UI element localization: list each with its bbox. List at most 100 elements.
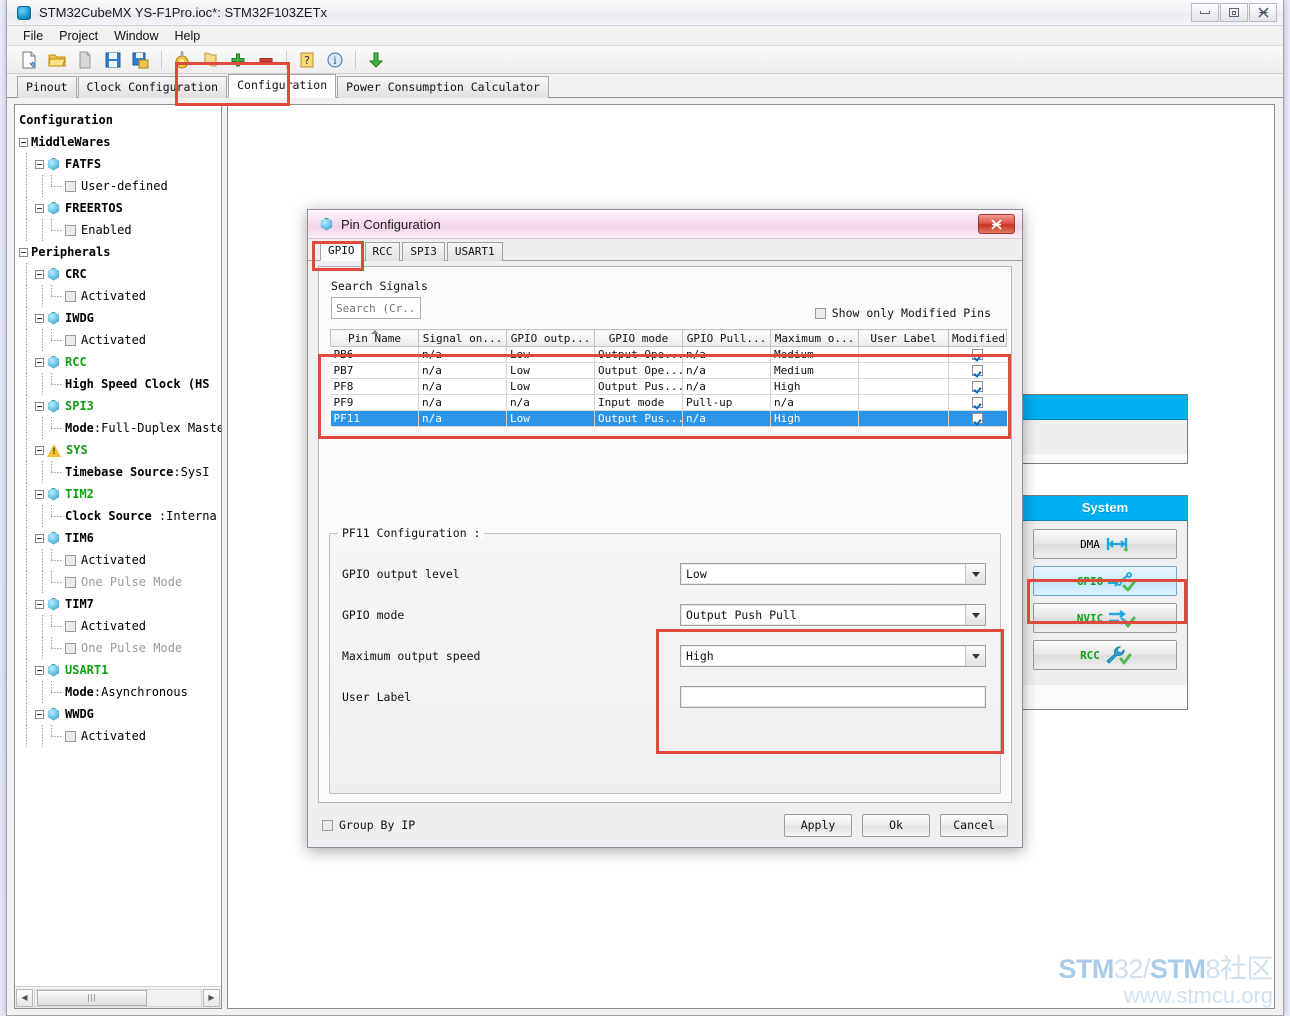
show-only-modified-pins-row[interactable]: Show only Modified Pins — [814, 306, 991, 320]
tree-expander[interactable] — [35, 313, 44, 323]
tree-item-peripherals[interactable]: Peripherals — [19, 241, 221, 263]
close-button[interactable] — [1249, 3, 1277, 22]
tree-item-tim2[interactable]: TIM2 — [19, 483, 221, 505]
pin-table-column-gpio-pull[interactable]: GPIO Pull... — [682, 329, 771, 347]
tree-expander[interactable] — [35, 269, 44, 279]
pin-table-column-gpio-outp[interactable]: GPIO outp... — [506, 329, 595, 347]
tree-item-checkbox[interactable] — [65, 620, 76, 632]
tree-item-checkbox[interactable] — [65, 576, 76, 588]
menu-item-file[interactable]: File — [15, 28, 51, 44]
chevron-down-icon[interactable] — [965, 646, 985, 666]
tree-item-one-pulse-mode[interactable]: One Pulse Mode — [19, 637, 221, 659]
tree-item-checkbox[interactable] — [65, 730, 76, 742]
tree-item-freertos[interactable]: FREERTOS — [19, 197, 221, 219]
tree-item-high-speed-clock-hs[interactable]: High Speed Clock (HS — [19, 373, 221, 395]
group-by-ip-row[interactable]: Group By IP — [322, 818, 415, 832]
pin-table-column-modified[interactable]: Modified — [948, 329, 1007, 347]
cancel-button[interactable]: Cancel — [940, 813, 1008, 837]
search-input[interactable] — [331, 297, 421, 319]
pin-table-modified-cell[interactable] — [948, 362, 1007, 379]
tree-item-checkbox[interactable] — [65, 224, 76, 236]
tree-item-checkbox[interactable] — [65, 290, 76, 302]
pin-table-modified-cell[interactable] — [948, 346, 1007, 363]
tab-power-consumption-calculator[interactable]: Power Consumption Calculator — [337, 76, 549, 98]
report-icon[interactable] — [200, 50, 220, 70]
show-only-modified-pins-checkbox[interactable] — [814, 307, 826, 319]
tree-item-sys[interactable]: SYS — [19, 439, 221, 461]
pin-table-modified-cell[interactable] — [948, 394, 1007, 411]
tree-expander[interactable] — [35, 401, 44, 411]
group-by-ip-checkbox[interactable] — [322, 819, 333, 831]
tree-item-user-defined[interactable]: User-defined — [19, 175, 221, 197]
dialog-tab-spi3[interactable]: SPI3 — [402, 242, 445, 261]
tree-item-clock-source[interactable]: Clock Source :Interna — [19, 505, 221, 527]
tree-item-checkbox[interactable] — [65, 334, 76, 346]
menu-item-help[interactable]: Help — [167, 28, 209, 44]
tree-item-mode[interactable]: Mode:Asynchronous — [19, 681, 221, 703]
remove-icon[interactable] — [256, 50, 276, 70]
tab-clock-configuration[interactable]: Clock Configuration — [77, 76, 228, 98]
tree-item-tim6[interactable]: TIM6 — [19, 527, 221, 549]
tree-horizontal-scrollbar[interactable]: ◀ ||| ▶ — [15, 986, 221, 1008]
tree-item-iwdg[interactable]: IWDG — [19, 307, 221, 329]
tree-item-activated[interactable]: Activated — [19, 329, 221, 351]
tree-item-rcc[interactable]: RCC — [19, 351, 221, 373]
modified-checkbox[interactable] — [972, 413, 984, 424]
tab-configuration[interactable]: Configuration — [228, 74, 337, 98]
tab-pinout[interactable]: Pinout — [17, 76, 77, 98]
pin-table-column-signal-on[interactable]: Signal on... — [418, 329, 507, 347]
ip-button-gpio[interactable]: GPIO — [1033, 566, 1177, 596]
pin-table-modified-cell[interactable] — [948, 378, 1007, 395]
tree-item-crc[interactable]: CRC — [19, 263, 221, 285]
add-icon[interactable] — [228, 50, 248, 70]
apply-button[interactable]: Apply — [784, 813, 852, 837]
tree-item-checkbox[interactable] — [65, 642, 76, 654]
tree-expander[interactable] — [35, 709, 44, 719]
scroll-right-icon[interactable]: ▶ — [203, 988, 220, 1007]
modified-checkbox[interactable] — [972, 397, 984, 408]
tree-expander[interactable] — [19, 137, 28, 147]
tree-item-fatfs[interactable]: FATFS — [19, 153, 221, 175]
tree-item-spi3[interactable]: SPI3 — [19, 395, 221, 417]
help-icon[interactable]: ? — [297, 50, 317, 70]
tree-item-timebase-source[interactable]: Timebase Source:SysI — [19, 461, 221, 483]
about-icon[interactable]: i — [325, 50, 345, 70]
ip-button-nvic[interactable]: NVIC — [1033, 603, 1177, 633]
tree-expander[interactable] — [35, 489, 44, 499]
chevron-down-icon[interactable] — [965, 564, 985, 584]
tree-item-activated[interactable]: Activated — [19, 725, 221, 747]
tree-expander[interactable] — [35, 445, 44, 455]
minimize-button[interactable] — [1191, 3, 1219, 22]
ip-button-dma[interactable]: DMA — [1033, 529, 1177, 559]
tree-item-activated[interactable]: Activated — [19, 615, 221, 637]
pin-table-row[interactable]: PF8 n/a Low Output Pus... n/a High — [330, 378, 1007, 395]
pin-table-row[interactable]: PF11 n/a Low Output Pus... n/a High — [330, 410, 1007, 427]
scroll-left-icon[interactable]: ◀ — [16, 988, 33, 1007]
tree-expander[interactable] — [35, 357, 44, 367]
pin-table-modified-cell[interactable] — [948, 410, 1007, 427]
ok-button[interactable]: Ok — [862, 813, 930, 837]
save-as-icon[interactable] — [131, 50, 151, 70]
scrollbar-thumb[interactable]: ||| — [37, 989, 147, 1006]
modified-checkbox[interactable] — [972, 349, 984, 360]
tree-expander[interactable] — [19, 247, 28, 257]
pin-table-row[interactable]: PB6 n/a Low Output Ope... n/a Medium — [330, 346, 1007, 363]
update-icon[interactable] — [366, 50, 386, 70]
pin-table-column-pin-name[interactable]: Pin Name — [330, 329, 419, 347]
gpio-output-level-combo[interactable]: Low — [680, 563, 986, 585]
gpio-mode-combo[interactable]: Output Push Pull — [680, 604, 986, 626]
tree-expander[interactable] — [35, 203, 44, 213]
tree-expander[interactable] — [35, 665, 44, 675]
menu-item-window[interactable]: Window — [106, 28, 166, 44]
tree-expander[interactable] — [35, 533, 44, 543]
chevron-down-icon[interactable] — [965, 605, 985, 625]
menu-item-project[interactable]: Project — [51, 28, 106, 44]
pin-table-column-gpio-mode[interactable]: GPIO mode — [594, 329, 683, 347]
scrollbar-track[interactable]: ||| — [34, 988, 202, 1007]
tree-item-activated[interactable]: Activated — [19, 549, 221, 571]
modified-checkbox[interactable] — [972, 365, 984, 376]
copy-icon[interactable] — [75, 50, 95, 70]
new-project-icon[interactable] — [19, 50, 39, 70]
open-project-icon[interactable] — [47, 50, 67, 70]
tree-item-enabled[interactable]: Enabled — [19, 219, 221, 241]
